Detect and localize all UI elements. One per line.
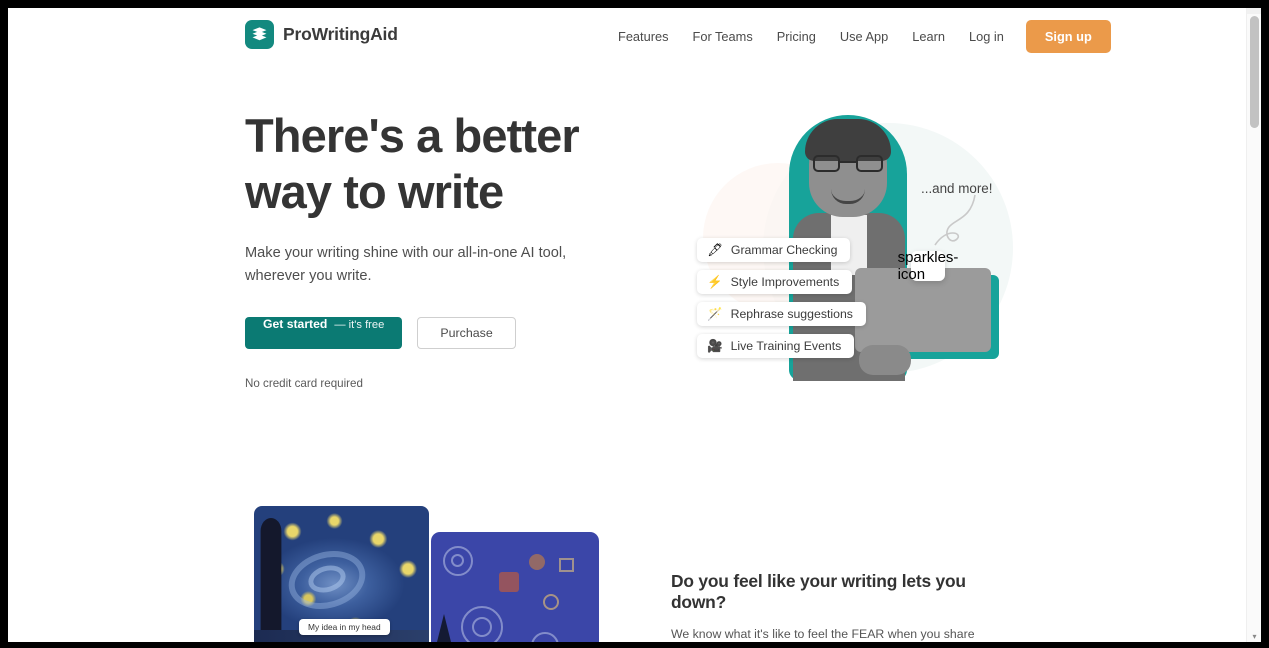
hero-subheadline: Make your writing shine with our all-in-… — [245, 244, 567, 284]
feature-pill-list: 🖋 Grammar Checking ⚡ Style Improvements … — [697, 238, 866, 358]
browser-viewport: ProWritingAid Features For Teams Pricing… — [8, 8, 1261, 642]
site-header: ProWritingAid Features For Teams Pricing… — [8, 8, 1261, 64]
nav-item-features[interactable]: Features — [606, 23, 681, 50]
feature-pill-live-training-events: 🎥 Live Training Events — [697, 334, 855, 358]
nav-item-use-app[interactable]: Use App — [828, 23, 900, 50]
scrollbar-down-arrow[interactable]: ▾ — [1251, 633, 1258, 641]
brand-logo-link[interactable]: ProWritingAid — [245, 20, 398, 49]
purchase-button[interactable]: Purchase — [417, 316, 516, 349]
sign-up-button[interactable]: Sign up — [1025, 19, 1111, 53]
section2-paragraph: We know what it's like to feel the FEAR … — [671, 627, 975, 641]
feather-pen-icon: 🖋 — [707, 242, 723, 257]
curved-arrow-icon — [934, 194, 976, 246]
movie-camera-icon: 🎥 — [707, 338, 723, 353]
glasses-icon — [813, 155, 883, 172]
feature-pill-grammar-checking: 🖋 Grammar Checking — [697, 238, 851, 262]
get-started-sublabel: — it's free — [334, 318, 385, 331]
scrollbar-thumb[interactable] — [1250, 16, 1259, 128]
feature-pill-rephrase-suggestions: 🪄 Rephrase suggestions — [697, 302, 866, 326]
plain-writing-card — [431, 532, 599, 642]
feature-pill-label: Rephrase suggestions — [730, 307, 853, 321]
nav-item-pricing[interactable]: Pricing — [765, 23, 828, 50]
get-started-label: Get started — [263, 316, 328, 331]
hero-illustration: sparkles-icon ...and more! 🖋 Grammar Che… — [663, 93, 1053, 393]
hero-cta-group: Get started — it's free Purchase — [245, 316, 605, 349]
feature-pill-label: Grammar Checking — [730, 243, 838, 257]
feature-pill-style-improvements: ⚡ Style Improvements — [697, 270, 853, 294]
hero-headline: There's a better way to write — [245, 109, 580, 218]
person-hand — [859, 345, 911, 375]
nav-item-learn[interactable]: Learn — [900, 23, 957, 50]
sparkles-icon: sparkles-icon — [897, 249, 959, 283]
lightning-bolt-icon: ⚡ — [707, 274, 723, 289]
vertical-scrollbar[interactable]: ▾ — [1246, 8, 1261, 642]
magic-wand-icon: 🪄 — [707, 306, 723, 321]
scrollbar-track-top[interactable] — [1247, 8, 1261, 14]
nav-item-for-teams[interactable]: For Teams — [681, 23, 765, 50]
image-caption: My idea in my head — [299, 619, 390, 635]
hero-content: There's a better way to write Make your … — [245, 108, 605, 390]
book-pages-icon — [245, 20, 274, 49]
get-started-button[interactable]: Get started — it's free — [245, 316, 403, 349]
brand-name: ProWritingAid — [283, 24, 398, 44]
webpage: ProWritingAid Features For Teams Pricing… — [8, 8, 1261, 642]
feature-pill-label: Live Training Events — [730, 339, 842, 353]
comparison-illustration: My idea in my head — [254, 506, 599, 642]
nav-item-log-in[interactable]: Log in — [957, 23, 1016, 50]
section2-heading: Do you feel like your writing lets you d… — [671, 571, 966, 612]
no-credit-card-note: No credit card required — [245, 376, 363, 390]
feature-pill-label: Style Improvements — [730, 275, 840, 289]
main-navigation: Features For Teams Pricing Use App Learn… — [606, 8, 1111, 64]
section2-content: Do you feel like your writing lets you d… — [671, 571, 1023, 642]
